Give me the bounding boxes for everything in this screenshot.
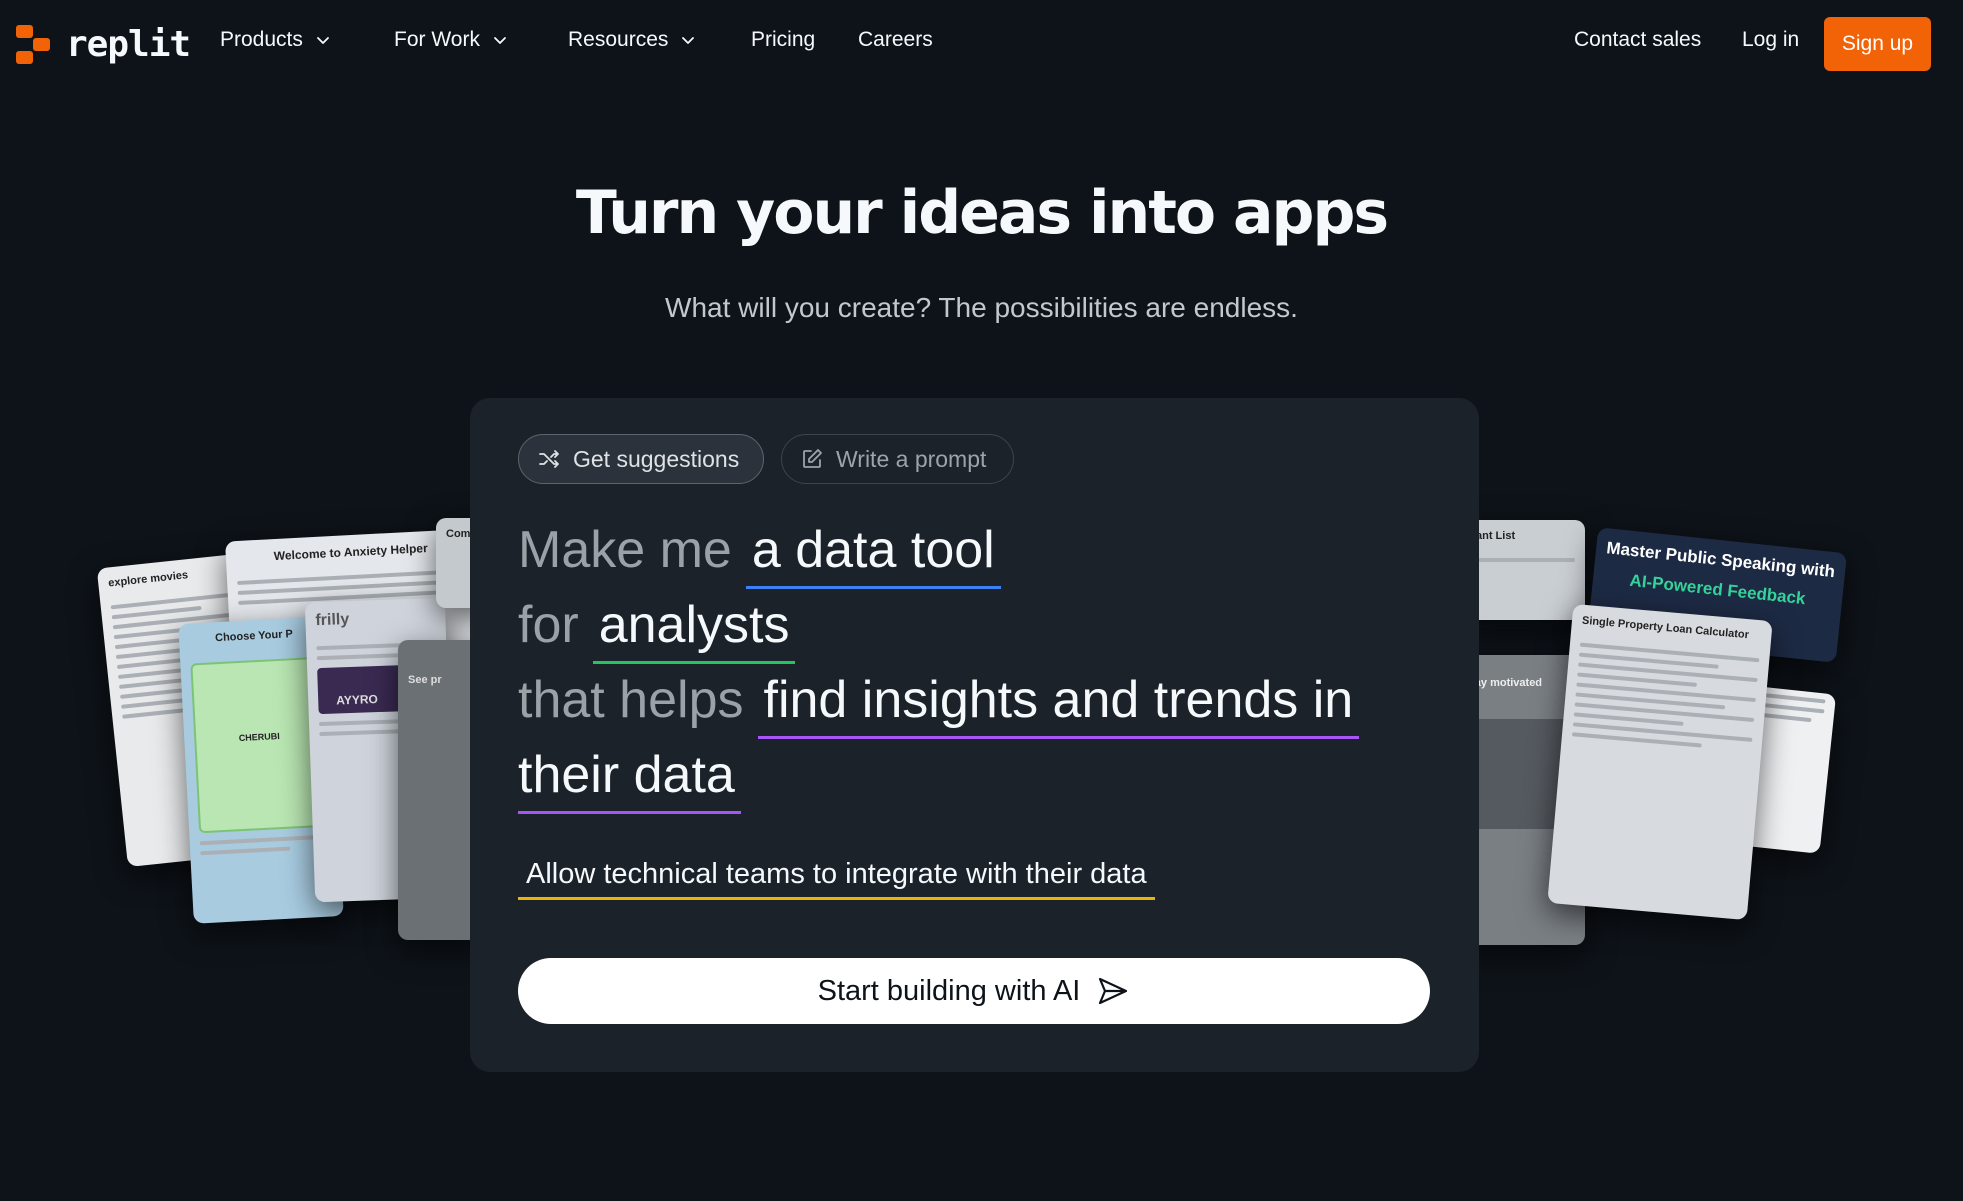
prompt-line-lead: that helps [518,671,744,729]
prompt-purpose-selector-continued[interactable]: their data [518,745,741,814]
prompt-purpose-selector[interactable]: find insights and trends in [757,670,1360,739]
prompt-secondary-selector[interactable]: Allow technical teams to integrate with … [518,858,1155,900]
contact-sales-link[interactable]: Contact sales [1574,28,1701,52]
prompt-audience-selector[interactable]: analysts [592,595,796,664]
prompt-line: their data [518,745,741,814]
prompt-line: for analysts [518,595,796,664]
prompt-line: that helps find insights and trends in [518,670,1360,739]
chevron-down-icon [315,32,331,48]
nav-products-label: Products [220,28,303,51]
prompt-line-lead: Make me [518,521,732,579]
nav-for-work-label: For Work [394,28,480,51]
tab-get-suggestions-label: Get suggestions [573,445,740,472]
signup-button[interactable]: Sign up [1824,17,1931,71]
chevron-down-icon [492,32,508,48]
nav-products[interactable]: Products [220,28,331,52]
start-building-button[interactable]: Start building with AI [518,958,1430,1024]
tab-write-a-prompt[interactable]: Write a prompt [781,434,1014,484]
start-building-label: Start building with AI [817,974,1081,1007]
nav-for-work[interactable]: For Work [394,28,508,52]
tab-get-suggestions[interactable]: Get suggestions [518,434,764,484]
top-navigation: replit Products For Work Resources Prici… [0,0,1963,86]
nav-pricing[interactable]: Pricing [751,28,815,52]
prompt-line: Make me a data tool [518,520,1001,589]
prompt-builder-panel: Get suggestions Write a prompt Make me a… [470,398,1479,1072]
shuffle-icon [537,447,561,471]
hero-subtitle: What will you create? The possibilities … [665,292,1298,323]
replit-logo[interactable]: replit [16,24,191,65]
login-link[interactable]: Log in [1742,28,1799,52]
prompt-line-lead: for [518,596,579,654]
app-preview-title: frilly [315,610,350,630]
nav-careers[interactable]: Careers [858,28,933,52]
send-icon [1096,974,1130,1008]
edit-icon [800,447,824,471]
nav-resources[interactable]: Resources [568,28,696,52]
app-preview-card: Single Property Loan Calculator [1547,603,1773,921]
replit-logo-icon [16,24,52,65]
prompt-app-type-selector[interactable]: a data tool [745,520,1001,589]
logo-text: replit [66,24,191,65]
nav-resources-label: Resources [568,28,669,51]
chevron-down-icon [680,32,696,48]
tab-write-a-prompt-label: Write a prompt [836,445,987,472]
hero-title: Turn your ideas into apps [575,178,1389,248]
